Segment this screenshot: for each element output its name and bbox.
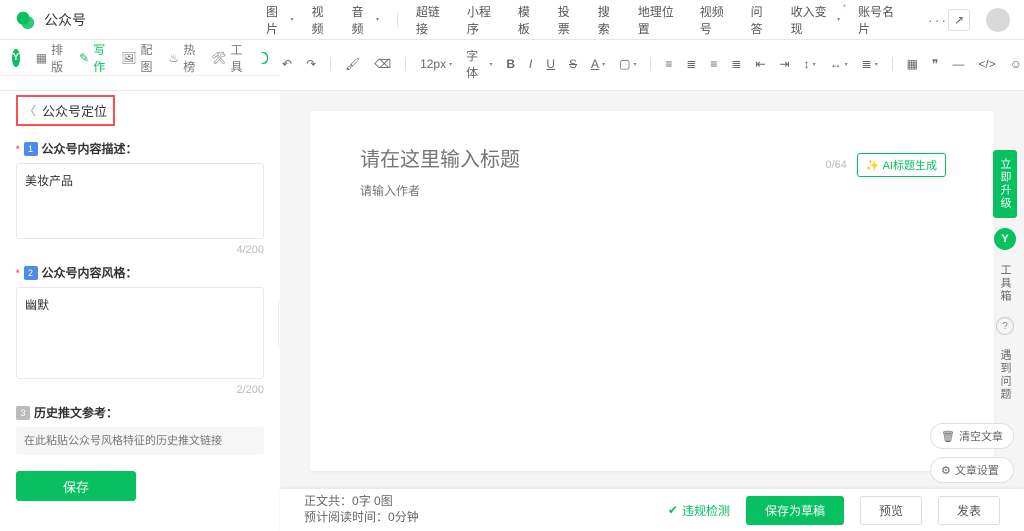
menu-video-no[interactable]: 视频号	[700, 3, 733, 37]
align-justify-icon[interactable]: ≣	[729, 56, 743, 72]
list-icon[interactable]: ≣▾	[860, 56, 880, 72]
back-header[interactable]: 〈 公众号定位	[16, 95, 115, 126]
italic-icon[interactable]: I	[527, 56, 534, 72]
top-header: 公众号 图片▾ 视频 音频▾ 超链接 小程序 模板 投票 搜索 地理位置 视频号…	[0, 0, 1024, 40]
menu-geo[interactable]: 地理位置	[638, 3, 682, 37]
indent-out-icon[interactable]: ⇤	[753, 56, 767, 72]
menu-template[interactable]: 模板	[518, 3, 540, 37]
font-family[interactable]: 字体▾	[464, 46, 494, 82]
line-height-icon[interactable]: ↕▾	[802, 56, 818, 72]
tab-image[interactable]: 🖼 配图	[121, 41, 152, 75]
field1-counter: 4/200	[16, 244, 264, 256]
article-settings-button[interactable]: ⚙ 文章设置	[930, 457, 1014, 483]
app-name: 公众号	[44, 10, 86, 30]
tab-tools[interactable]: 🛠 工具	[211, 41, 242, 75]
table-icon[interactable]: ▦	[905, 56, 920, 72]
menu-card[interactable]: 账号名片	[858, 3, 902, 37]
save-button[interactable]: 保存	[16, 471, 136, 501]
editor-canvas: 0/64 ✨ AI标题生成	[310, 111, 994, 471]
ai-toggle[interactable]	[259, 52, 269, 64]
align-center-icon[interactable]: ≣	[684, 56, 698, 72]
field3-label: 3历史推文参考：	[16, 404, 264, 421]
underline-icon[interactable]: U	[544, 56, 557, 72]
undo-icon[interactable]: ↶	[280, 56, 294, 72]
author-input[interactable]	[360, 184, 944, 198]
float-actions: 🗑 清空文章 ⚙ 文章设置	[930, 423, 1014, 483]
field2-label: *2公众号内容风格：	[16, 264, 264, 281]
field3-input[interactable]	[16, 427, 264, 455]
bg-color-icon[interactable]: ▢▾	[617, 56, 638, 72]
clear-format-icon[interactable]: ⌫	[372, 56, 393, 72]
paint-icon[interactable]: 🖌	[343, 56, 362, 72]
stats-text: 正文共：0字 0图 预计阅读时间：0分钟	[304, 494, 419, 525]
font-size[interactable]: 12px▾	[418, 56, 454, 72]
hr-icon[interactable]: —	[950, 56, 966, 72]
field1-input[interactable]	[16, 163, 264, 239]
indent-in-icon[interactable]: ⇥	[778, 56, 792, 72]
font-color-icon[interactable]: A▾	[589, 56, 607, 72]
back-title: 公众号定位	[42, 101, 107, 120]
top-menu: 图片▾ 视频 音频▾ 超链接 小程序 模板 投票 搜索 地理位置 视频号 问答 …	[266, 3, 948, 37]
menu-qa[interactable]: 问答	[751, 3, 773, 37]
menu-miniapp[interactable]: 小程序	[467, 3, 500, 37]
menu-hyperlink[interactable]: 超链接	[416, 3, 449, 37]
problem-button[interactable]: 遇到问题	[995, 345, 1015, 405]
expand-icon[interactable]: ↗	[948, 9, 970, 31]
toolbox-button[interactable]: 工具箱	[995, 260, 1015, 307]
app-logo	[14, 9, 36, 31]
brand-icon: Y	[12, 49, 20, 67]
title-input[interactable]	[360, 149, 769, 172]
menu-vote[interactable]: 投票	[558, 3, 580, 37]
tab-layout[interactable]: ▦ 排版	[36, 41, 63, 75]
strike-icon[interactable]: S	[567, 56, 579, 72]
save-draft-button[interactable]: 保存为草稿	[746, 496, 844, 525]
field2-input[interactable]	[16, 287, 264, 379]
redo-icon[interactable]: ↷	[304, 56, 318, 72]
avatar[interactable]	[986, 8, 1010, 32]
publish-button[interactable]: 发表	[938, 496, 1000, 525]
menu-audio[interactable]: 音频▾	[351, 3, 378, 37]
align-left-icon[interactable]: ≡	[663, 56, 674, 72]
violation-check[interactable]: ✔ 违规检测	[668, 502, 730, 519]
preview-button[interactable]: 预览	[860, 496, 922, 525]
field2-counter: 2/200	[16, 384, 264, 396]
menu-monetize[interactable]: 收入变现▾	[791, 3, 840, 37]
quote-icon[interactable]: ❞	[930, 56, 940, 72]
menu-more[interactable]: ···	[928, 12, 948, 28]
field1-label: *1公众号内容描述：	[16, 140, 264, 157]
help-icon[interactable]: ?	[996, 317, 1014, 335]
menu-video[interactable]: 视频	[311, 3, 333, 37]
title-counter: 0/64	[825, 159, 846, 171]
tab-hot[interactable]: ♨ 热榜	[168, 41, 195, 75]
letter-spacing-icon[interactable]: ↔▾	[828, 56, 850, 72]
bold-icon[interactable]: B	[504, 56, 517, 72]
right-dock: 立即升级 Y 工具箱 ? 遇到问题	[990, 150, 1020, 405]
align-right-icon[interactable]: ≡	[708, 56, 719, 72]
content-area: 0/64 ✨ AI标题生成 正文共：0字 0图 预计阅读时间：0分钟 ✔ 违规检…	[280, 91, 1024, 531]
local-tabs: Y ▦ 排版 ✎ 写作 🖼 配图 ♨ 热榜 🛠 工具	[0, 40, 280, 76]
top-right: ↗	[948, 8, 1010, 32]
clear-article-button[interactable]: 🗑 清空文章	[930, 423, 1014, 449]
dock-brand-icon[interactable]: Y	[994, 228, 1016, 250]
bottom-bar: 正文共：0字 0图 预计阅读时间：0分钟 ✔ 违规检测 保存为草稿 预览 发表	[280, 489, 1024, 531]
menu-search[interactable]: 搜索	[598, 3, 620, 37]
emoji-icon[interactable]: ☺	[1008, 56, 1024, 72]
tab-write[interactable]: ✎ 写作	[79, 41, 105, 75]
code-icon[interactable]: </>	[976, 56, 997, 72]
ai-title-button[interactable]: ✨ AI标题生成	[857, 153, 946, 177]
sidebar: 〈 公众号定位 *1公众号内容描述： 4/200 *2公众号内容风格： 2/20…	[0, 91, 280, 531]
menu-image[interactable]: 图片▾	[266, 3, 293, 37]
chevron-left-icon: 〈	[24, 102, 36, 119]
upgrade-button[interactable]: 立即升级	[993, 150, 1017, 218]
